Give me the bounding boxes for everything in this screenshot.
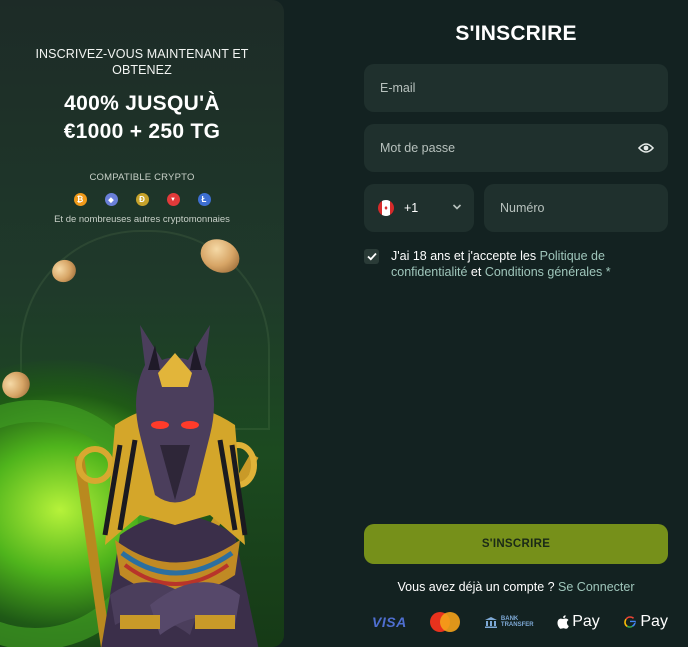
google-pay-logo: Pay xyxy=(623,613,668,631)
country-code-value: +1 xyxy=(404,201,419,215)
login-prompt: Vous avez déjà un compte ? Se Connecter xyxy=(364,580,668,594)
eye-icon[interactable] xyxy=(638,141,654,155)
tron-icon: ▼ xyxy=(166,193,180,206)
ethereum-icon: ◆ xyxy=(104,193,118,206)
terms-consent: J'ai 18 ans et j'accepte les Politique d… xyxy=(364,248,668,280)
email-input[interactable] xyxy=(380,81,652,95)
terms-checkbox[interactable] xyxy=(364,249,379,264)
payment-methods: VISA BANK TRANSFER Pay Pay xyxy=(372,612,668,632)
terms-text-before: J'ai 18 ans et j'accepte les xyxy=(391,249,540,263)
password-field[interactable] xyxy=(364,124,668,172)
phone-field[interactable] xyxy=(484,184,668,232)
bank-icon xyxy=(484,617,497,628)
mastercard-logo xyxy=(430,612,461,632)
crypto-more-text: Et de nombreuses autres cryptomonnaies xyxy=(54,214,230,225)
terms-conditions-link[interactable]: Conditions générales xyxy=(485,265,602,279)
email-field[interactable] xyxy=(364,64,668,112)
bank-transfer-logo: BANK TRANSFER xyxy=(484,616,534,628)
checkmark-icon xyxy=(366,252,377,261)
crypto-icons: ₿ ◆ Ð ▼ Ł xyxy=(0,193,284,206)
promo-subtitle: INSCRIVEZ-VOUS MAINTENANT ET OBTENEZ xyxy=(35,47,249,77)
bitcoin-icon: ₿ xyxy=(73,193,87,206)
form-title: S'INSCRIRE xyxy=(455,22,577,45)
canada-flag-icon: ♦ xyxy=(378,200,394,216)
bank-line2: TRANSFER xyxy=(500,622,534,628)
terms-text: J'ai 18 ans et j'accepte les Politique d… xyxy=(391,248,668,280)
dogecoin-icon: Ð xyxy=(135,193,149,206)
phone-input[interactable] xyxy=(500,201,652,215)
password-input[interactable] xyxy=(380,141,652,155)
anubis-illustration xyxy=(74,325,259,647)
promo-banner: INSCRIVEZ-VOUS MAINTENANT ET OBTENEZ 400… xyxy=(0,0,284,647)
promo-headline-line2: €1000 + 250 TG xyxy=(63,120,221,143)
google-pay-text: Pay xyxy=(640,613,668,630)
promo-headline-line1: 400% JUSQU'À xyxy=(64,92,220,115)
crypto-label: COMPATIBLE CRYPTO xyxy=(89,172,195,183)
google-g-icon xyxy=(624,616,637,628)
chevron-down-icon xyxy=(452,204,462,210)
litecoin-icon: Ł xyxy=(197,193,211,206)
terms-and: et xyxy=(467,265,485,279)
country-code-select[interactable]: ♦ +1 xyxy=(364,184,474,232)
apple-icon xyxy=(557,615,569,629)
registration-form: S'INSCRIRE ♦ +1 J'ai 18 ans et j'a xyxy=(364,0,668,632)
apple-pay-logo: Pay xyxy=(557,613,600,631)
login-link[interactable]: Se Connecter xyxy=(558,580,634,594)
register-button[interactable]: S'INSCRIRE xyxy=(364,524,668,564)
required-mark: * xyxy=(602,265,611,279)
login-prompt-text: Vous avez déjà un compte ? xyxy=(397,580,559,594)
visa-logo: VISA xyxy=(372,614,407,630)
apple-pay-text: Pay xyxy=(572,613,600,630)
